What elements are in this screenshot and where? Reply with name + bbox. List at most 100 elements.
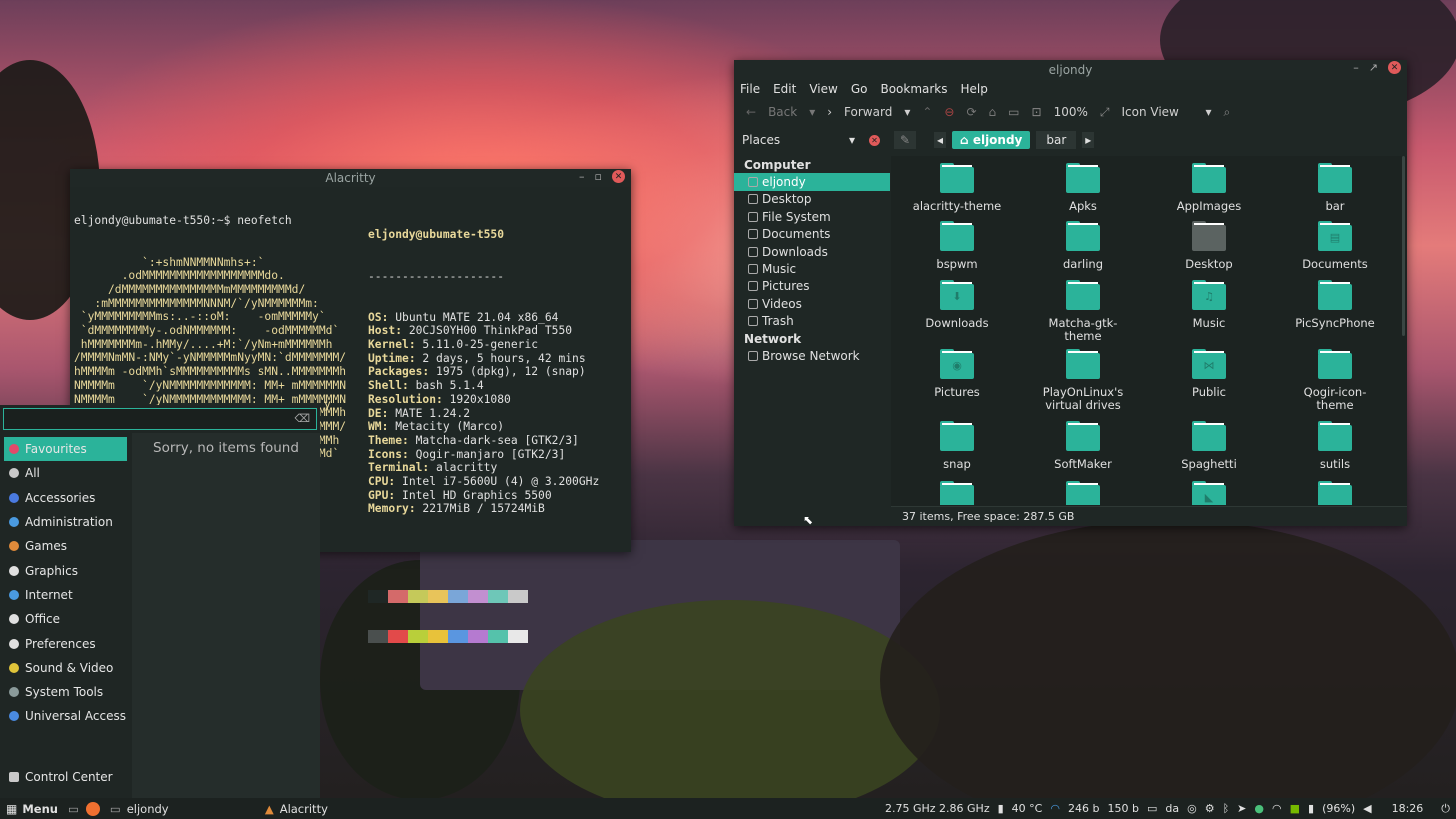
net-up[interactable]: 150 b (1107, 802, 1138, 815)
power-menu-icon[interactable]: ⏻ (1441, 802, 1450, 816)
show-desktop-icon[interactable]: ▭ (68, 802, 79, 816)
file-item[interactable]: ⬇ Downloads (894, 280, 1020, 330)
net-down[interactable]: 246 b (1068, 802, 1099, 815)
category-item[interactable]: Office (0, 607, 132, 631)
edit-location-icon[interactable]: ✎ (894, 131, 916, 149)
clear-search-icon[interactable]: ⌫ (294, 412, 310, 425)
menu-help[interactable]: Help (961, 82, 988, 96)
keyboard-layout[interactable]: da (1165, 802, 1179, 815)
places-dropdown-icon[interactable]: ▾ (849, 133, 855, 147)
file-item[interactable] (1272, 481, 1398, 505)
forward-history-icon[interactable]: ▾ (904, 105, 910, 119)
category-item[interactable]: Universal Access (0, 704, 132, 728)
back-button[interactable]: Back (768, 105, 797, 119)
file-item[interactable] (894, 481, 1020, 505)
file-item[interactable]: Spaghetti (1146, 421, 1272, 471)
menu-button[interactable]: ▦ Menu (0, 802, 58, 816)
places-item[interactable]: Desktop (734, 191, 890, 208)
minimize-icon[interactable]: – (1353, 61, 1359, 74)
category-item[interactable]: Favourites (4, 437, 127, 462)
file-item[interactable]: Apks (1020, 163, 1146, 213)
file-item[interactable]: PlayOnLinux's virtual drives (1020, 349, 1146, 412)
task-alacritty[interactable]: ▲ Alacritty (265, 802, 328, 816)
control-center-item[interactable]: Control Center (0, 765, 132, 789)
file-item[interactable]: bspwm (894, 221, 1020, 271)
scrollbar[interactable] (1402, 156, 1405, 336)
file-item[interactable]: darling (1020, 221, 1146, 271)
close-icon[interactable]: ✕ (612, 170, 625, 183)
zoom-level[interactable]: 100% (1054, 105, 1088, 119)
close-sidebar-icon[interactable]: ✕ (869, 134, 880, 146)
terminal-titlebar[interactable]: Alacritty – ▫ ✕ (70, 169, 631, 187)
telegram-icon[interactable]: ➤ (1237, 802, 1246, 815)
file-item[interactable] (1020, 481, 1146, 505)
crumb-child[interactable]: bar (1036, 131, 1077, 149)
file-item[interactable]: Qogir-icon-theme (1272, 349, 1398, 412)
volume-icon[interactable]: ◀ (1363, 802, 1371, 815)
forward-icon[interactable]: › (827, 105, 832, 119)
up-icon[interactable]: ⌃ (922, 105, 932, 119)
places-item[interactable]: File System (734, 208, 890, 225)
file-item[interactable]: ♫ Music (1146, 280, 1272, 330)
nvidia-icon[interactable]: ■ (1290, 802, 1300, 815)
task-eljondy[interactable]: ▭ eljondy (110, 802, 250, 816)
stop-icon[interactable]: ⊖ (944, 105, 954, 119)
file-item[interactable]: Desktop (1146, 221, 1272, 271)
cpu-freq[interactable]: 2.75 GHz 2.86 GHz (885, 802, 990, 815)
category-item[interactable]: All (0, 461, 132, 485)
update-icon[interactable]: ● (1254, 802, 1264, 815)
maximize-icon[interactable]: ↗ (1369, 61, 1378, 74)
clock[interactable]: 18:26 (1392, 802, 1424, 815)
file-item[interactable]: PicSyncPhone (1272, 280, 1398, 330)
places-select[interactable]: Places (742, 133, 780, 147)
file-item[interactable]: bar (1272, 163, 1398, 213)
wifi-icon[interactable]: ◠ (1272, 802, 1282, 815)
file-item[interactable]: ⋈ Public (1146, 349, 1272, 399)
file-item[interactable]: sutils (1272, 421, 1398, 471)
temperature[interactable]: 40 °C (1012, 802, 1043, 815)
search-input[interactable] (4, 409, 284, 429)
computer-icon[interactable]: ▭ (1008, 105, 1019, 119)
places-item[interactable]: Trash (734, 313, 890, 330)
menu-view[interactable]: View (809, 82, 837, 96)
menu-bookmarks[interactable]: Bookmarks (880, 82, 947, 96)
file-item[interactable]: SoftMaker (1020, 421, 1146, 471)
crumb-next-icon[interactable]: ▸ (1082, 132, 1095, 148)
places-item[interactable]: Browse Network (734, 347, 890, 364)
file-item[interactable]: ◣ (1146, 481, 1272, 505)
sync-icon[interactable]: ◎ (1187, 802, 1197, 815)
category-item[interactable]: Administration (0, 510, 132, 534)
menu-file[interactable]: File (740, 82, 760, 96)
view-mode-select[interactable]: Icon View (1121, 105, 1193, 119)
zoom-reset-icon[interactable]: ⊡ (1032, 105, 1042, 119)
minimize-icon[interactable]: – (579, 170, 585, 183)
places-item[interactable]: Music (734, 260, 890, 277)
menu-go[interactable]: Go (851, 82, 868, 96)
file-item[interactable]: ▤ Documents (1272, 221, 1398, 271)
category-item[interactable]: Accessories (0, 486, 132, 510)
filemanager-titlebar[interactable]: eljondy – ↗ ✕ (734, 60, 1407, 80)
places-item[interactable]: Pictures (734, 278, 890, 295)
browser-launcher-icon[interactable] (85, 801, 100, 816)
reload-icon[interactable]: ⟳ (966, 105, 976, 119)
file-item[interactable]: Matcha-gtk-theme (1020, 280, 1146, 343)
back-history-icon[interactable]: ▾ (809, 105, 815, 119)
category-item[interactable]: Games (0, 534, 132, 558)
close-icon[interactable]: ✕ (1388, 61, 1401, 74)
category-item[interactable]: Graphics (0, 558, 132, 582)
places-item[interactable]: eljondy (734, 173, 890, 191)
crumb-current[interactable]: ⌂ eljondy (952, 131, 1031, 149)
category-item[interactable]: Sound & Video (0, 656, 132, 680)
battery-icon[interactable]: ▮ (1308, 802, 1314, 815)
forward-button[interactable]: Forward (844, 105, 892, 119)
file-item[interactable]: ◉ Pictures (894, 349, 1020, 399)
maximize-icon[interactable]: ▫ (595, 170, 602, 183)
view-mode-dropdown-icon[interactable]: ▾ (1205, 105, 1211, 119)
menu-edit[interactable]: Edit (773, 82, 796, 96)
category-item[interactable]: Internet (0, 583, 132, 607)
file-item[interactable]: AppImages (1146, 163, 1272, 213)
search-icon[interactable]: ⌕ (1224, 105, 1231, 120)
places-item[interactable]: Videos (734, 295, 890, 312)
fit-icon[interactable]: ⤢ (1100, 105, 1110, 120)
bluetooth-icon[interactable]: ᛒ (1223, 802, 1230, 815)
